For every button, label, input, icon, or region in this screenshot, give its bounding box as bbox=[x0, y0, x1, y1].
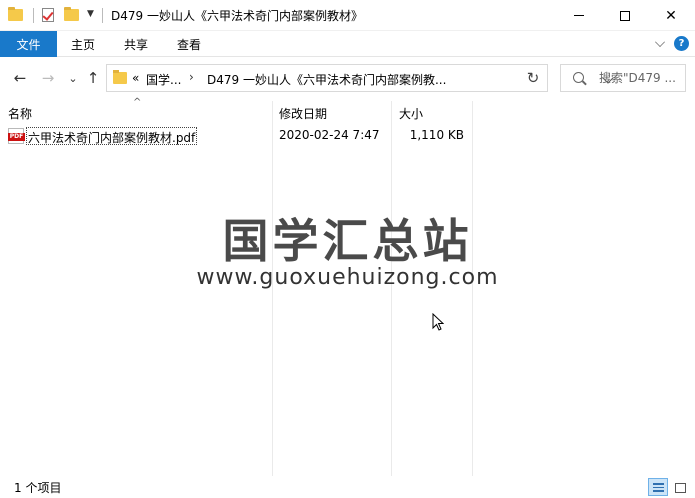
close-button[interactable]: ✕ bbox=[648, 0, 694, 31]
tab-view[interactable]: 查看 bbox=[177, 36, 201, 53]
quick-access-dropdown-icon[interactable]: ▼ bbox=[87, 9, 94, 19]
breadcrumb-separator[interactable]: › bbox=[189, 70, 194, 84]
search-input[interactable] bbox=[599, 71, 683, 85]
watermark-logo: 国学汇总站 bbox=[222, 214, 473, 268]
column-header-date[interactable]: 修改日期 bbox=[279, 105, 327, 122]
maximize-button[interactable] bbox=[602, 0, 648, 31]
quick-access-divider bbox=[102, 8, 103, 23]
properties-icon[interactable] bbox=[40, 7, 56, 23]
ribbon-expand-chevron-icon[interactable] bbox=[655, 37, 665, 47]
mouse-cursor-icon bbox=[432, 313, 444, 331]
minimize-button[interactable] bbox=[556, 0, 602, 31]
details-view-icon bbox=[653, 483, 664, 492]
column-header-name[interactable]: 名称 bbox=[8, 105, 32, 122]
breadcrumb-overflow[interactable]: « bbox=[132, 71, 139, 85]
up-button[interactable]: ↑ bbox=[82, 67, 104, 89]
pdf-icon bbox=[8, 128, 25, 144]
details-view-button[interactable] bbox=[648, 478, 668, 496]
tab-share[interactable]: 共享 bbox=[124, 36, 148, 53]
forward-button[interactable]: → bbox=[37, 67, 59, 89]
breadcrumb-item-current[interactable]: D479 一妙山人《六甲法术奇门内部案例教... bbox=[207, 71, 446, 88]
status-bar: 1 个项目 bbox=[0, 476, 695, 498]
large-icons-view-icon bbox=[675, 483, 686, 493]
file-row[interactable]: 六甲法术奇门内部案例教材.pdf 2020-02-24 7:47 1,110 K… bbox=[8, 127, 528, 145]
refresh-button[interactable]: ↻ bbox=[519, 64, 548, 92]
item-count: 1 个项目 bbox=[14, 481, 62, 495]
search-icon bbox=[573, 72, 584, 83]
file-date: 2020-02-24 7:47 bbox=[279, 128, 380, 142]
file-size: 1,110 KB bbox=[409, 128, 464, 142]
title-bar: ▼ D479 一妙山人《六甲法术奇门内部案例教材》 ✕ bbox=[0, 0, 695, 31]
help-icon[interactable]: ? bbox=[674, 36, 689, 51]
address-bar[interactable]: « 国学... › D479 一妙山人《六甲法术奇门内部案例教... bbox=[106, 64, 614, 92]
ribbon-tabs: 文件 主页 共享 查看 ? bbox=[0, 31, 695, 57]
quick-access-divider bbox=[33, 8, 34, 23]
folder-icon[interactable] bbox=[8, 7, 24, 23]
window-title: D479 一妙山人《六甲法术奇门内部案例教材》 bbox=[111, 9, 363, 23]
navigation-bar: ← → ⌄ ↑ « 国学... › D479 一妙山人《六甲法术奇门内部案例教.… bbox=[0, 57, 695, 101]
tab-file[interactable]: 文件 bbox=[0, 31, 57, 57]
large-icons-view-button[interactable] bbox=[670, 478, 690, 496]
maximize-icon bbox=[620, 10, 630, 21]
recent-locations-button[interactable]: ⌄ bbox=[62, 67, 84, 89]
folder-icon bbox=[113, 70, 127, 84]
breadcrumb-item-root[interactable]: 国学... bbox=[146, 71, 181, 88]
watermark-url: www.guoxuehuizong.com bbox=[196, 265, 499, 290]
tab-home[interactable]: 主页 bbox=[71, 36, 95, 53]
column-header-size[interactable]: 大小 bbox=[399, 105, 423, 122]
new-folder-icon[interactable] bbox=[64, 7, 80, 23]
close-icon: ✕ bbox=[665, 7, 677, 24]
search-box[interactable] bbox=[560, 64, 686, 92]
file-name[interactable]: 六甲法术奇门内部案例教材.pdf bbox=[26, 127, 198, 145]
sort-ascending-icon: ^ bbox=[133, 97, 142, 108]
back-button[interactable]: ← bbox=[9, 67, 31, 89]
minimize-icon bbox=[574, 15, 584, 16]
